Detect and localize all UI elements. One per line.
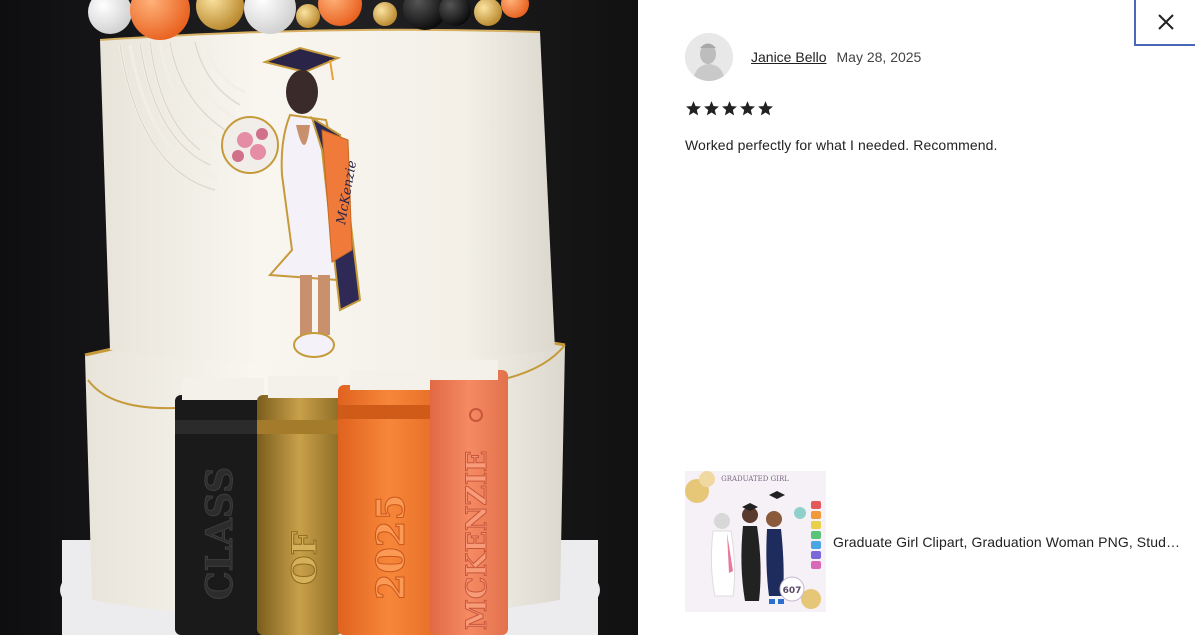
avatar[interactable] [685, 33, 733, 81]
star-icon [758, 101, 773, 116]
star-icon [740, 101, 755, 116]
book-text-2025: 2025 [368, 494, 413, 600]
item-thumbnail[interactable]: GRADUATED GIRL 607 [685, 471, 826, 612]
review-photo: McKenzie CLASS OF 2025 MCKENZIE [0, 0, 638, 635]
star-icon [722, 101, 737, 116]
review-date: May 28, 2025 [836, 49, 922, 65]
review-text: Worked perfectly for what I needed. Reco… [685, 137, 998, 153]
star-icon [686, 101, 701, 116]
item-thumbnail-image: GRADUATED GIRL 607 [685, 471, 826, 612]
book-text-of: OF [285, 531, 325, 585]
book-text-name: MCKENZIE [460, 451, 493, 630]
thumb-count: 607 [783, 586, 802, 596]
book-black: CLASS [175, 378, 267, 635]
book-gold: OF [257, 376, 342, 635]
book-orange: 2025 [338, 370, 440, 635]
reviewed-item-link[interactable]: GRADUATED GIRL 607 Graduate Girl Clipart… [685, 471, 1185, 612]
star-rating [685, 100, 774, 117]
user-avatar-icon [685, 33, 733, 81]
thumb-heading: GRADUATED GIRL [721, 475, 789, 483]
reviewer-name-link[interactable]: Janice Bello [751, 49, 827, 65]
book-salmon: MCKENZIE [420, 360, 508, 635]
reviewer-header: Janice Bello May 28, 2025 [685, 33, 921, 81]
close-button[interactable] [1134, 0, 1195, 46]
book-text-class: CLASS [199, 467, 241, 600]
close-icon [1157, 14, 1174, 30]
item-title[interactable]: Graduate Girl Clipart, Graduation Woman … [833, 534, 1185, 550]
star-icon [704, 101, 719, 116]
cake-photo: McKenzie CLASS OF 2025 MCKENZIE [0, 0, 638, 635]
